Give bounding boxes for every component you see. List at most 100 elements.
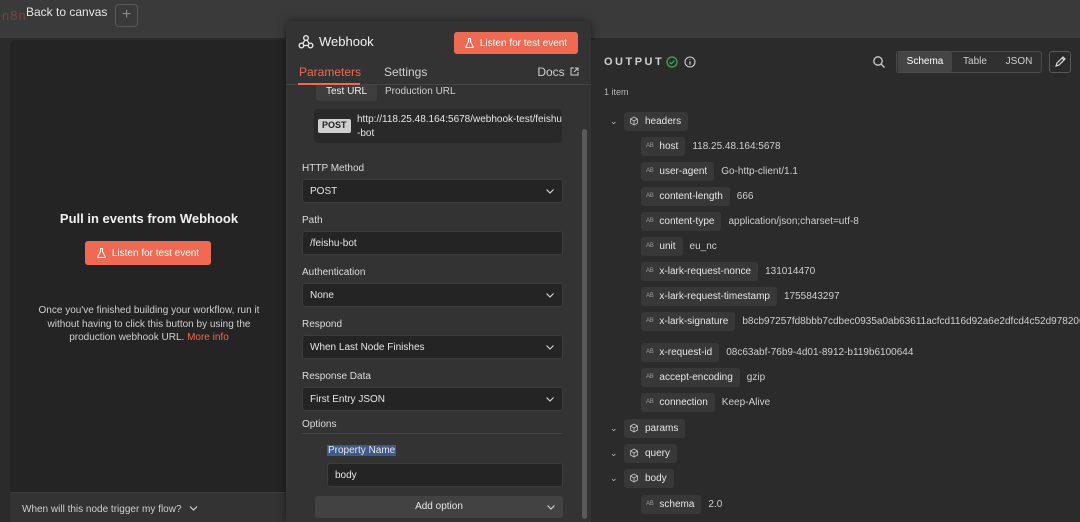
response-data-select[interactable]: First Entry JSON — [302, 387, 563, 411]
object-icon — [630, 116, 638, 126]
tab-test-url[interactable]: Test URL — [316, 85, 378, 101]
schema-field-row[interactable]: AB x-lark-signature b8cb97257fd8bbb7cdbec0… — [641, 311, 1080, 331]
method-badge: POST — [318, 119, 351, 133]
schema-key: AB connection — [641, 392, 715, 412]
respond-select[interactable]: When Last Node Finishes — [302, 335, 563, 359]
flask-icon — [97, 248, 106, 258]
webhook-url-box[interactable]: POST http://118.25.48.164:5678/webhook-t… — [314, 109, 562, 143]
schema-key-label: user-agent — [659, 165, 708, 177]
add-node-button[interactable]: + — [115, 4, 138, 27]
caret-down-icon[interactable]: ⌄ — [610, 423, 624, 434]
schema-key-label: host — [659, 140, 679, 152]
string-type-icon: AB — [646, 349, 654, 355]
object-icon — [630, 423, 638, 433]
flask-icon — [465, 38, 474, 48]
schema-object-row-body[interactable]: ⌄ body — [610, 468, 674, 488]
string-type-icon: AB — [646, 293, 654, 299]
caret-down-icon[interactable]: ⌄ — [610, 473, 624, 484]
output-panel: OUTPUT Schema Table JSON 1 item ⌄ headers… — [591, 40, 1080, 522]
schema-key-label: body — [645, 472, 667, 484]
authentication-value: None — [310, 290, 334, 301]
schema-key-label: x-lark-request-nonce — [659, 265, 752, 277]
docs-label: Docs — [537, 65, 565, 79]
info-icon[interactable] — [684, 56, 696, 68]
schema-value: application/json;charset=utf-8 — [728, 215, 859, 227]
response-data-label: Response Data — [302, 371, 371, 382]
schema-key-label: x-request-id — [659, 346, 713, 358]
schema-key: AB x-lark-signature — [641, 311, 736, 331]
chevron-down-icon — [546, 397, 554, 402]
http-method-select[interactable]: POST — [302, 179, 563, 203]
schema-field-row[interactable]: AB schema 2.0 — [641, 494, 722, 514]
node-title: Webhook — [319, 34, 374, 49]
caret-down-icon[interactable]: ⌄ — [610, 116, 624, 127]
string-type-icon: AB — [646, 168, 654, 174]
view-json[interactable]: JSON — [997, 52, 1041, 72]
string-type-icon: AB — [646, 193, 654, 199]
parameters-scrollbar[interactable] — [582, 129, 587, 519]
add-option-button[interactable]: Add option — [315, 496, 563, 518]
tab-parameters[interactable]: Parameters — [299, 65, 361, 79]
schema-object-row-headers[interactable]: ⌄ headers — [610, 111, 689, 131]
schema-field-row[interactable]: AB content-length 666 — [641, 186, 753, 206]
search-icon[interactable] — [872, 55, 886, 69]
input-panel-description: Once you've finished building your workf… — [30, 304, 268, 345]
schema-field-row[interactable]: AB content-type application/json;charset=u… — [641, 211, 859, 231]
schema-value: Keep-Alive — [721, 396, 771, 408]
schema-field-row[interactable]: AB x-lark-request-timestamp 1755843297 — [641, 286, 840, 306]
authentication-label: Authentication — [302, 267, 366, 278]
schema-field-row[interactable]: AB host 118.25.48.164:5678 — [641, 136, 781, 156]
back-to-canvas-link[interactable]: Back to canvas — [26, 5, 107, 19]
schema-object-row-params[interactable]: ⌄ params — [610, 418, 686, 438]
object-icon — [630, 448, 638, 458]
schema-field-row[interactable]: AB x-request-id 08c63abf-76b9-4d01-8912-b1… — [641, 342, 913, 362]
listen-test-event-header-button[interactable]: Listen for test event — [454, 32, 578, 54]
output-title: OUTPUT — [604, 56, 665, 68]
authentication-select[interactable]: None — [302, 283, 563, 307]
view-table[interactable]: Table — [953, 52, 997, 72]
schema-key: AB schema — [641, 494, 702, 514]
string-type-icon: AB — [646, 374, 654, 380]
path-input[interactable]: /feishu-bot — [302, 231, 563, 255]
schema-key-label: schema — [659, 498, 695, 510]
object-icon — [630, 473, 638, 483]
schema-field-row[interactable]: AB accept-encoding gzip — [641, 367, 765, 387]
parameters-scroll-area[interactable]: Test URL Production URL POST http://118.… — [286, 85, 591, 522]
chevron-down-icon — [189, 506, 198, 511]
tab-production-url[interactable]: Production URL — [375, 85, 466, 101]
schema-field-row[interactable]: AB unit eu_nc — [641, 236, 717, 256]
view-schema[interactable]: Schema — [898, 52, 952, 72]
chevron-down-icon — [546, 345, 554, 350]
caret-down-icon[interactable]: ⌄ — [610, 448, 624, 459]
schema-key-label: x-lark-signature — [659, 315, 729, 327]
schema-object-row-query[interactable]: ⌄ query — [610, 443, 678, 463]
schema-key-label: params — [645, 422, 679, 434]
schema-key: AB content-type — [641, 211, 722, 231]
string-type-icon: AB — [646, 318, 654, 324]
listen-test-event-button[interactable]: Listen for test event — [85, 241, 211, 265]
http-method-label: HTTP Method — [302, 163, 365, 174]
trigger-info-footer[interactable]: When will this node trigger my flow? — [10, 492, 288, 522]
schema-value: 1755843297 — [784, 290, 840, 302]
schema-value: gzip — [746, 371, 766, 383]
string-type-icon: AB — [646, 218, 654, 224]
tab-settings[interactable]: Settings — [384, 65, 427, 79]
input-panel-title: Pull in events from Webhook — [59, 211, 239, 226]
listen-button-label: Listen for test event — [479, 37, 568, 49]
more-info-link[interactable]: More info — [187, 332, 229, 343]
schema-field-row[interactable]: AB x-lark-request-nonce 131014470 — [641, 261, 815, 281]
schema-value: b8cb97257fd8bbb7cdbec0935a0ab63611acfcd1… — [742, 315, 1080, 327]
schema-key-label: query — [645, 447, 671, 459]
schema-key: params — [624, 418, 686, 438]
docs-link[interactable]: Docs — [537, 65, 579, 79]
property-name-input[interactable]: body — [327, 463, 563, 487]
response-data-value: First Entry JSON — [310, 394, 386, 405]
pencil-icon — [1055, 56, 1066, 67]
chevron-down-icon — [546, 189, 554, 194]
edit-output-button[interactable] — [1049, 51, 1071, 73]
chevron-down-icon — [547, 505, 555, 510]
schema-key-label: x-lark-request-timestamp — [659, 290, 770, 302]
schema-field-row[interactable]: AB user-agent Go-http-client/1.1 — [641, 161, 798, 181]
schema-key: AB user-agent — [641, 161, 715, 181]
schema-field-row[interactable]: AB connection Keep-Alive — [641, 392, 770, 412]
